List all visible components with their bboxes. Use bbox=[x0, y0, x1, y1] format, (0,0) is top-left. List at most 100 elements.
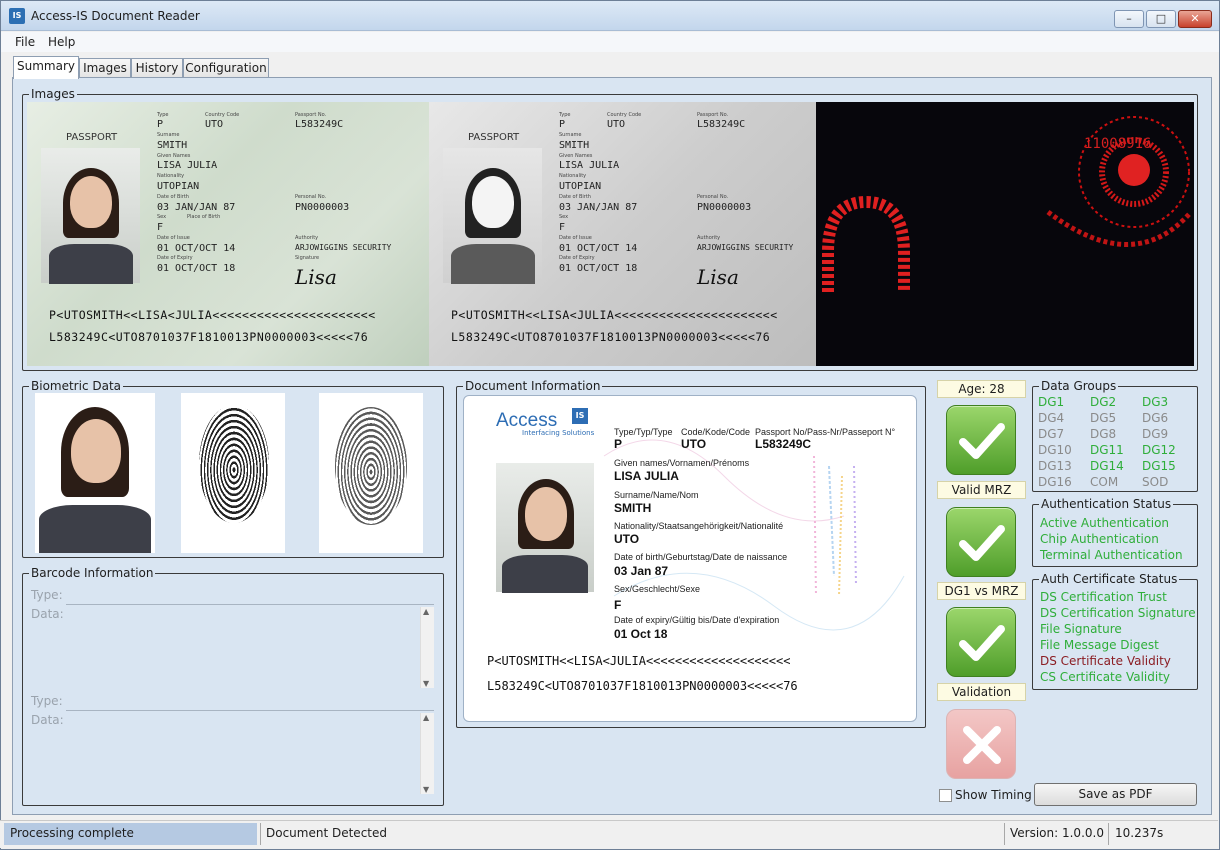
dg1-vs-mrz-label: DG1 vs MRZ bbox=[937, 582, 1026, 600]
data-group-dg1: DG1 bbox=[1038, 395, 1065, 409]
tab-configuration[interactable]: Configuration bbox=[183, 58, 269, 79]
fingerprint-1-image[interactable] bbox=[181, 393, 285, 553]
menu-file[interactable]: File bbox=[15, 35, 35, 49]
auth-cert-item: DS Certificate Validity bbox=[1040, 654, 1171, 668]
barcode-type2-label: Type: bbox=[31, 694, 63, 708]
barcode-type-field[interactable] bbox=[66, 604, 434, 605]
data-groups-label: Data Groups bbox=[1039, 379, 1119, 393]
checkmark-icon bbox=[959, 423, 1005, 459]
barcode-data-textarea[interactable] bbox=[66, 606, 434, 688]
dg1-vs-mrz-check bbox=[946, 607, 1016, 677]
barcode-data-label: Data: bbox=[31, 607, 64, 621]
data-group-dg11: DG11 bbox=[1090, 443, 1124, 457]
data-group-dg2: DG2 bbox=[1090, 395, 1117, 409]
auth-cert-item: File Signature bbox=[1040, 622, 1122, 636]
auth-cert-item: DS Certification Trust bbox=[1040, 590, 1167, 604]
data-group-dg8: DG8 bbox=[1090, 427, 1117, 441]
document-photo bbox=[496, 463, 594, 593]
data-group-dg7: DG7 bbox=[1038, 427, 1065, 441]
auth-cert-item: CS Certificate Validity bbox=[1040, 670, 1171, 684]
doc-nationality: UTO bbox=[614, 532, 640, 546]
auth-cert-item: File Message Digest bbox=[1040, 638, 1159, 652]
biometric-label: Biometric Data bbox=[29, 379, 124, 393]
data-group-dg13: DG13 bbox=[1038, 459, 1072, 473]
data-group-dg15: DG15 bbox=[1142, 459, 1176, 473]
access-logo-sub: Interfacing Solutions bbox=[522, 429, 595, 437]
passport-infrared-image[interactable]: PASSPORT Type P Country Code UTO Passpor… bbox=[429, 102, 816, 366]
doc-passport-no: L583249C bbox=[755, 437, 812, 451]
doc-mrz-line1: P<UTOSMITH<<LISA<JULIA<<<<<<<<<<<<<<<<<<… bbox=[487, 654, 791, 668]
fingerprint-1-icon bbox=[199, 405, 269, 523]
uv-number: 11008916 bbox=[1084, 136, 1152, 152]
data-group-dg16: DG16 bbox=[1038, 475, 1072, 489]
barcode-data2-scrollbar[interactable]: ▲ ▼ bbox=[420, 713, 434, 794]
barcode-data2-textarea[interactable] bbox=[66, 712, 434, 794]
data-group-dg14: DG14 bbox=[1090, 459, 1124, 473]
show-timing-checkbox[interactable] bbox=[939, 789, 952, 802]
show-timing-label[interactable]: Show Timing bbox=[955, 788, 1032, 802]
data-group-dg6: DG6 bbox=[1142, 411, 1169, 425]
cross-icon bbox=[963, 726, 1001, 764]
valid-mrz-check bbox=[946, 507, 1016, 577]
validation-label: Validation bbox=[937, 683, 1026, 701]
passport-visible-image[interactable]: PASSPORT Type P Country Code UTO Passpor… bbox=[27, 102, 429, 366]
validation-result bbox=[946, 709, 1016, 779]
data-group-dg9: DG9 bbox=[1142, 427, 1169, 441]
barcode-type2-field[interactable] bbox=[66, 710, 434, 711]
detection-status: Document Detected bbox=[266, 826, 387, 840]
scroll-down-icon: ▼ bbox=[423, 785, 430, 794]
passport-uv-image[interactable]: 11008916 bbox=[816, 102, 1194, 366]
minimize-button[interactable]: – bbox=[1114, 10, 1144, 28]
doc-dob: 03 Jan 87 bbox=[614, 564, 669, 578]
status-bar: Processing complete Document Detected Ve… bbox=[0, 820, 1218, 848]
window-title: Access-IS Document Reader bbox=[31, 9, 200, 23]
face-image[interactable] bbox=[35, 393, 155, 553]
title-bar: IS Access-IS Document Reader – □ ✕ bbox=[1, 1, 1219, 31]
close-icon: ✕ bbox=[1190, 12, 1200, 25]
passport-photo bbox=[41, 148, 140, 284]
barcode-type-label: Type: bbox=[31, 588, 63, 602]
age-check bbox=[946, 405, 1016, 475]
auth-cert-item: DS Certification Signature bbox=[1040, 606, 1196, 620]
app-icon: IS bbox=[9, 8, 25, 24]
scroll-up-icon: ▲ bbox=[423, 607, 430, 616]
terminal-authentication-status: Terminal Authentication bbox=[1040, 548, 1183, 562]
processing-status: Processing complete bbox=[10, 826, 134, 840]
passport-mrz-line1: P<UTOSMITH<<LISA<JULIA<<<<<<<<<<<<<<<<<<… bbox=[49, 308, 376, 322]
document-card: Access IS Interfacing Solutions Type/Typ… bbox=[463, 395, 917, 722]
passport-photo-ir bbox=[443, 148, 542, 284]
minimize-icon: – bbox=[1126, 12, 1132, 25]
menu-help[interactable]: Help bbox=[48, 35, 75, 49]
tab-summary[interactable]: Summary bbox=[13, 56, 79, 79]
barcode-data-scrollbar[interactable]: ▲ ▼ bbox=[420, 607, 434, 688]
doc-surname: SMITH bbox=[614, 501, 652, 515]
age-label: Age: 28 bbox=[937, 380, 1026, 398]
access-logo-badge: IS bbox=[572, 408, 588, 424]
data-group-dg12: DG12 bbox=[1142, 443, 1176, 457]
doc-expiry: 01 Oct 18 bbox=[614, 627, 668, 641]
doc-sex: F bbox=[614, 598, 622, 612]
doc-type: P bbox=[614, 437, 623, 451]
doc-given-names: LISA JULIA bbox=[614, 469, 679, 483]
doc-mrz-line2: L583249C<UTO8701037F1810013PN0000003<<<<… bbox=[487, 679, 798, 693]
chip-authentication-status: Chip Authentication bbox=[1040, 532, 1159, 546]
fingerprint-2-icon bbox=[335, 407, 407, 525]
passport-mrz-line2: L583249C<UTO8701037F1810013PN0000003<<<<… bbox=[49, 330, 369, 344]
authentication-label: Authentication Status bbox=[1039, 497, 1174, 511]
data-group-dg3: DG3 bbox=[1142, 395, 1169, 409]
fingerprint-2-image[interactable] bbox=[319, 393, 423, 553]
document-label: Document Information bbox=[463, 379, 603, 393]
maximize-button[interactable]: □ bbox=[1146, 10, 1176, 28]
maximize-icon: □ bbox=[1155, 12, 1167, 25]
passport-signature: Lisa bbox=[295, 265, 337, 289]
checkmark-icon bbox=[959, 525, 1005, 561]
data-group-dg10: DG10 bbox=[1038, 443, 1072, 457]
close-button[interactable]: ✕ bbox=[1178, 10, 1212, 28]
tab-history[interactable]: History bbox=[131, 58, 183, 79]
valid-mrz-label: Valid MRZ bbox=[937, 481, 1026, 499]
barcode-data2-label: Data: bbox=[31, 713, 64, 727]
save-as-pdf-button[interactable]: Save as PDF bbox=[1034, 783, 1197, 806]
tab-images[interactable]: Images bbox=[79, 58, 131, 79]
data-group-com: COM bbox=[1090, 475, 1119, 489]
auth-cert-label: Auth Certificate Status bbox=[1039, 572, 1180, 586]
